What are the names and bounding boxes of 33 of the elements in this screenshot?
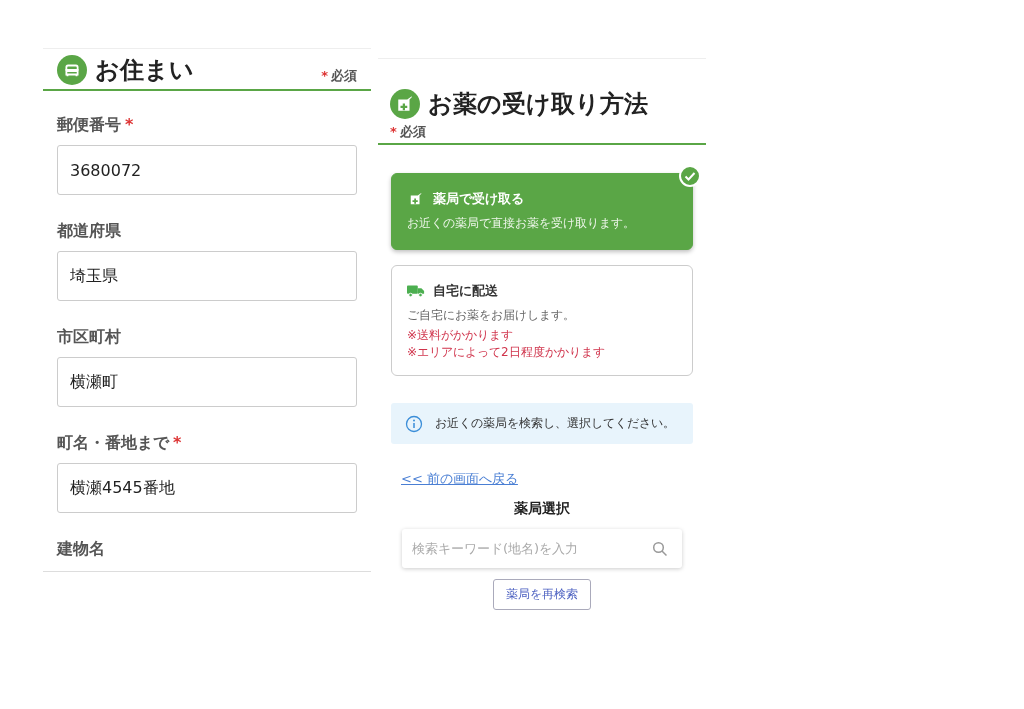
input-field[interactable]: 横瀬4545番地	[57, 463, 357, 513]
field-label: 建物名	[57, 539, 105, 560]
section-title: お薬の受け取り方法	[428, 89, 648, 119]
check-icon	[679, 165, 701, 187]
required-mark: *	[173, 433, 182, 454]
option-description: ご自宅にお薬をお届けします。	[407, 308, 576, 323]
required-note: * 必須	[390, 123, 427, 141]
section-heading: 薬局選択	[514, 500, 570, 518]
field-label: 市区町村	[57, 327, 121, 348]
input-field[interactable]: 3680072	[57, 145, 357, 195]
field-label: 郵便番号	[57, 115, 121, 136]
section-title: お住まい	[95, 55, 194, 85]
option-title: 薬局で受け取る	[433, 190, 524, 208]
search-again-button[interactable]: 薬局を再検索	[493, 579, 591, 610]
sofa-icon	[57, 55, 87, 85]
field-label: 町名・番地まで	[57, 433, 169, 454]
medicine-bag-icon	[396, 95, 414, 113]
search-field[interactable]: 検索キーワード(地名)を入力	[402, 529, 682, 568]
option-card[interactable]: 自宅に配送 ご自宅にお薬をお届けします。 ※送料がかかります ※エリアによって2日程度かかります	[391, 265, 693, 376]
option-description: お近くの薬局で直接お薬を受け取ります。	[407, 216, 636, 231]
option-title: 自宅に配送	[433, 282, 498, 300]
field-label: 都道府県	[57, 221, 121, 242]
option-note: ※エリアによって2日程度かかります	[407, 344, 606, 361]
input-field[interactable]: 埼玉県	[57, 251, 357, 301]
input-field[interactable]: 横瀬町	[57, 357, 357, 407]
back-link[interactable]: << 前の画面へ戻る	[401, 470, 518, 488]
search-icon	[652, 541, 668, 557]
info-icon	[405, 414, 423, 433]
required-note: * 必須	[321, 67, 357, 85]
required-mark: *	[125, 115, 134, 136]
option-note: ※送料がかかります	[407, 327, 515, 344]
info-message: お近くの薬局を検索し、選択してください。	[435, 416, 675, 431]
truck-icon	[407, 284, 425, 298]
